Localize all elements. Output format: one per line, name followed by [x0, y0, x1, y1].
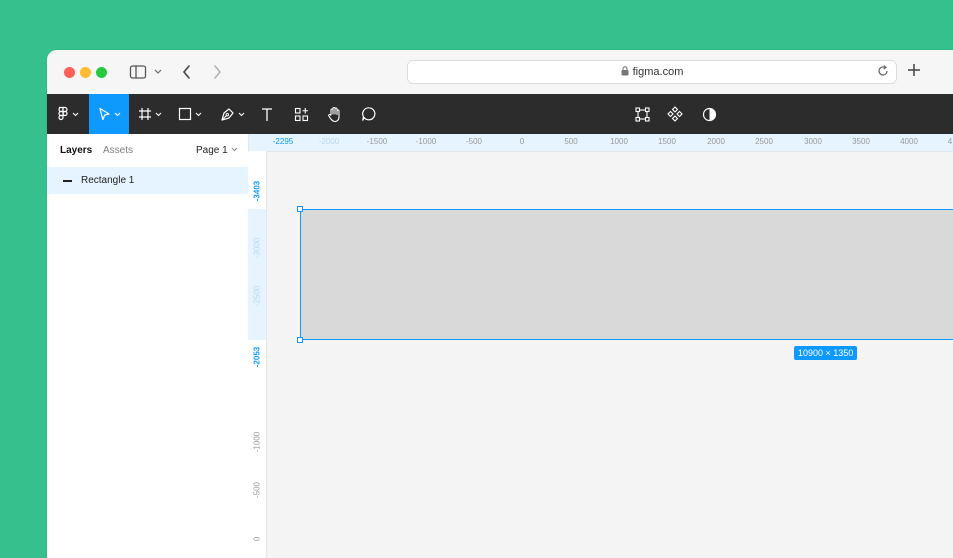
- design-canvas[interactable]: 10900 × 1350: [267, 152, 953, 558]
- edit-object-icon: [634, 106, 650, 122]
- shape-tool-button[interactable]: [171, 94, 209, 134]
- tab-layers[interactable]: Layers: [60, 145, 92, 156]
- main-menu-button[interactable]: [47, 94, 89, 134]
- resize-handle-top-left[interactable]: [297, 206, 303, 212]
- ruler-tick: 500: [564, 137, 578, 146]
- layer-row-rectangle-1[interactable]: Rectangle 1: [47, 167, 248, 194]
- ruler-tick: 0: [252, 536, 262, 542]
- pen-icon: [220, 107, 234, 121]
- text-icon: [262, 107, 272, 121]
- chevron-down-icon: [155, 112, 162, 116]
- ruler-tick: -2295: [272, 137, 294, 146]
- ruler-tick: 1000: [610, 137, 628, 146]
- url-text: figma.com: [632, 66, 684, 78]
- create-component-button[interactable]: [662, 94, 688, 134]
- ruler-tick: -3000: [252, 237, 262, 259]
- sidebar-icon[interactable]: [129, 64, 147, 80]
- chevron-down-icon: [114, 112, 120, 116]
- ruler-tick: -3403: [252, 180, 262, 202]
- resources-tool-button[interactable]: [287, 94, 315, 134]
- address-bar[interactable]: figma.com: [407, 60, 897, 84]
- hand-icon: [328, 106, 340, 122]
- page-selector[interactable]: Page 1: [196, 145, 238, 156]
- selection-size-badge: 10900 × 1350: [794, 346, 858, 360]
- ruler-tick: -1000: [252, 431, 262, 453]
- text-tool-button[interactable]: [253, 94, 281, 134]
- comment-tool-button[interactable]: [355, 94, 383, 134]
- page-name: Page 1: [196, 145, 228, 156]
- ruler-tick: 2000: [707, 137, 725, 146]
- ruler-tick: 3000: [804, 137, 822, 146]
- horizontal-ruler: -2295 -2000 -1500 -1000 -500 0 500 1000 …: [249, 134, 953, 152]
- rectangle-1[interactable]: [300, 209, 953, 340]
- back-icon[interactable]: [181, 64, 193, 80]
- new-tab-icon[interactable]: [905, 61, 923, 79]
- comment-icon: [362, 107, 376, 121]
- chevron-down-icon: [195, 112, 202, 116]
- rectangle-icon: [178, 107, 192, 121]
- edit-object-button[interactable]: [629, 94, 655, 134]
- minimize-window-button[interactable]: [80, 67, 91, 78]
- resize-handle-bottom-left[interactable]: [297, 337, 303, 343]
- figma-logo-icon: [58, 106, 68, 121]
- frame-tool-button[interactable]: [131, 94, 169, 134]
- ruler-tick: 3500: [852, 137, 870, 146]
- move-tool-button[interactable]: [89, 94, 129, 134]
- line-layer-icon: [63, 180, 72, 182]
- figma-toolbar: [47, 94, 953, 134]
- ruler-selection-highlight: [249, 134, 953, 151]
- browser-toolbar: figma.com: [47, 50, 953, 95]
- resources-icon: [294, 107, 308, 121]
- layer-name: Rectangle 1: [81, 175, 135, 186]
- contrast-button[interactable]: [696, 94, 722, 134]
- contrast-icon: [702, 107, 716, 121]
- hand-tool-button[interactable]: [321, 94, 349, 134]
- chevron-down-icon: [231, 147, 238, 152]
- ruler-tick: -2000: [318, 137, 340, 146]
- ruler-tick: -2053: [252, 346, 262, 368]
- tab-assets[interactable]: Assets: [103, 145, 133, 156]
- ruler-tick: -1500: [366, 137, 388, 146]
- ruler-tick: 2500: [755, 137, 773, 146]
- forward-icon[interactable]: [211, 64, 223, 80]
- ruler-tick: -500: [465, 137, 483, 146]
- reload-icon[interactable]: [876, 64, 890, 78]
- chevron-down-icon[interactable]: [153, 64, 163, 80]
- ruler-tick: 4: [947, 137, 953, 146]
- browser-window: figma.com Layers Assets Page 1 Rectangle…: [47, 50, 953, 558]
- lock-icon: [621, 66, 629, 76]
- ruler-tick: -2500: [252, 285, 262, 307]
- layers-panel: Layers Assets Page 1 Rectangle 1: [47, 134, 249, 558]
- component-icon: [667, 106, 683, 122]
- ruler-tick: 4000: [900, 137, 918, 146]
- frame-icon: [139, 108, 151, 120]
- panel-tabs: Layers Assets Page 1: [47, 134, 248, 167]
- ruler-tick: 0: [519, 137, 525, 146]
- chevron-down-icon: [238, 112, 244, 116]
- ruler-tick: 1500: [658, 137, 676, 146]
- close-window-button[interactable]: [64, 67, 75, 78]
- chevron-down-icon: [72, 112, 79, 116]
- ruler-tick: -1000: [415, 137, 437, 146]
- pen-tool-button[interactable]: [213, 94, 251, 134]
- vertical-ruler: -3403 -3000 -2500 -2053 -1000 -500 0: [248, 151, 267, 558]
- cursor-icon: [98, 107, 110, 121]
- ruler-selection-highlight: [248, 209, 266, 340]
- zoom-window-button[interactable]: [96, 67, 107, 78]
- ruler-tick: -500: [252, 481, 262, 499]
